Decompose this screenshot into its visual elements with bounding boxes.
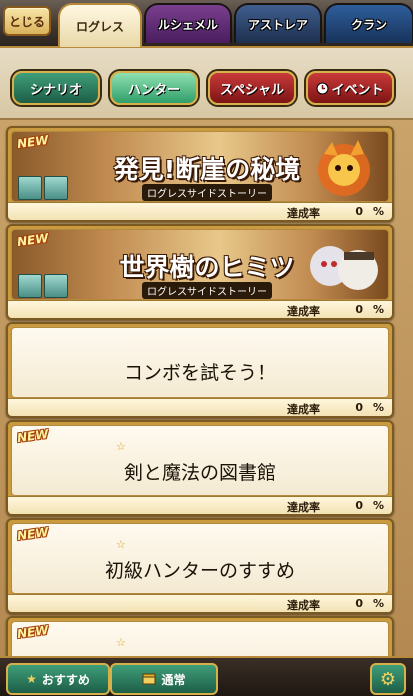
close-button[interactable]: とじる xyxy=(3,6,51,36)
category-scenario-button[interactable]: シナリオ xyxy=(12,71,100,105)
tab-logres[interactable]: ログレス xyxy=(58,3,142,47)
reward-thumbnail-icon xyxy=(44,176,68,200)
completion-rate-row: 達成率 0% xyxy=(8,594,392,612)
quest-title: コンボを試そう！ xyxy=(123,362,276,384)
quest-card-combo[interactable]: コンボを試そう！ 達成率 0% xyxy=(6,322,394,418)
quest-panel: コンボを試そう！ xyxy=(11,327,389,398)
category-event-button[interactable]: イベント xyxy=(306,71,394,105)
completion-rate-number: 0 xyxy=(355,597,363,610)
reward-thumbnail-icon xyxy=(44,274,68,298)
category-hunter-button[interactable]: ハンター xyxy=(110,71,198,105)
completion-rate-row: 達成率 0% xyxy=(8,398,392,416)
completion-rate-number: 0 xyxy=(355,303,363,316)
new-badge: NEW xyxy=(16,426,50,446)
completion-rate-label: 達成率 xyxy=(287,207,320,220)
quest-banner: NEW 発見!断崖の秘境 ログレスサイドストーリー xyxy=(11,131,389,202)
category-bar: シナリオ ハンター スペシャル イベント xyxy=(0,48,413,120)
quest-title: 世界樹のヒミツ xyxy=(119,253,295,282)
quest-card-beginner[interactable]: NEW ☆ 初級ハンターのすすめ 達成率 0% xyxy=(6,518,394,614)
quest-panel: NEW ☆ xyxy=(11,621,389,656)
completion-rate-row: 達成率 0% xyxy=(8,202,392,220)
star-icon: ☆ xyxy=(116,636,126,649)
new-badge: NEW xyxy=(16,132,50,152)
tab-clan[interactable]: クラン xyxy=(324,3,413,43)
completion-rate-unit: % xyxy=(372,205,384,218)
quest-card-sekaiju[interactable]: NEW 世界樹のヒミツ ログレスサイドストーリー 達成率 0% xyxy=(6,224,394,320)
quest-subtitle: ログレスサイドストーリー xyxy=(142,282,272,299)
completion-rate-value: 0% xyxy=(355,401,384,414)
tab-astrea[interactable]: アストレア xyxy=(234,3,322,43)
completion-rate-label: 達成率 xyxy=(287,305,320,318)
completion-rate-row: 達成率 0% xyxy=(8,300,392,318)
clock-icon xyxy=(316,82,329,94)
category-event-label: イベント xyxy=(331,82,384,98)
fire-spirit-character-icon xyxy=(318,140,370,196)
completion-rate-number: 0 xyxy=(355,499,363,512)
recommend-button[interactable]: ★ おすすめ xyxy=(6,663,110,695)
quest-subtitle: ログレスサイドストーリー xyxy=(142,184,272,201)
quest-list: NEW 発見!断崖の秘境 ログレスサイドストーリー 達成率 0% NEW 世界樹… xyxy=(0,120,413,656)
gear-icon: ⚙ xyxy=(379,668,397,690)
quest-banner: NEW 世界樹のヒミツ ログレスサイドストーリー xyxy=(11,229,389,300)
quest-title: 剣と魔法の図書館 xyxy=(123,462,276,484)
recommend-label: おすすめ xyxy=(41,672,90,687)
completion-rate-value: 0% xyxy=(355,205,384,218)
new-badge: NEW xyxy=(16,524,50,544)
quest-card-dankai[interactable]: NEW 発見!断崖の秘境 ログレスサイドストーリー 達成率 0% xyxy=(6,126,394,222)
reward-thumbnail-icon xyxy=(18,274,42,298)
settings-button[interactable]: ⚙ xyxy=(370,663,406,695)
new-badge: NEW xyxy=(16,230,50,250)
quest-panel: NEW ☆ 初級ハンターのすすめ xyxy=(11,523,389,594)
completion-rate-value: 0% xyxy=(355,303,384,316)
normal-button[interactable]: 通常 xyxy=(110,663,218,695)
completion-rate-unit: % xyxy=(372,499,384,512)
completion-rate-label: 達成率 xyxy=(287,501,320,514)
chest-icon xyxy=(142,673,156,685)
completion-rate-value: 0% xyxy=(355,499,384,512)
quest-card-partial[interactable]: NEW ☆ xyxy=(6,616,394,656)
completion-rate-row: 達成率 0% xyxy=(8,496,392,514)
completion-rate-unit: % xyxy=(372,303,384,316)
tab-luschemel[interactable]: ルシェメル xyxy=(144,3,232,43)
normal-label: 通常 xyxy=(161,672,186,687)
bottom-bar: ★ おすすめ 通常 ⚙ xyxy=(0,656,413,696)
quest-card-library[interactable]: NEW ☆ 剣と魔法の図書館 達成率 0% xyxy=(6,420,394,516)
completion-rate-label: 達成率 xyxy=(287,599,320,612)
completion-rate-value: 0% xyxy=(355,597,384,610)
completion-rate-number: 0 xyxy=(355,205,363,218)
reward-thumbnail-icon xyxy=(18,176,42,200)
star-icon: ☆ xyxy=(116,440,126,453)
top-tab-bar: とじる ログレス ルシェメル アストレア クラン xyxy=(0,0,413,48)
quest-title: 発見!断崖の秘境 xyxy=(113,155,301,184)
completion-rate-number: 0 xyxy=(355,401,363,414)
completion-rate-unit: % xyxy=(372,597,384,610)
quest-panel: NEW ☆ 剣と魔法の図書館 xyxy=(11,425,389,496)
category-special-button[interactable]: スペシャル xyxy=(208,71,296,105)
completion-rate-label: 達成率 xyxy=(287,403,320,416)
characters-icon xyxy=(310,246,378,290)
quest-title: 初級ハンターのすすめ xyxy=(104,560,295,582)
star-icon: ★ xyxy=(26,672,37,686)
new-badge: NEW xyxy=(16,622,50,642)
completion-rate-unit: % xyxy=(372,401,384,414)
star-icon: ☆ xyxy=(116,538,126,551)
